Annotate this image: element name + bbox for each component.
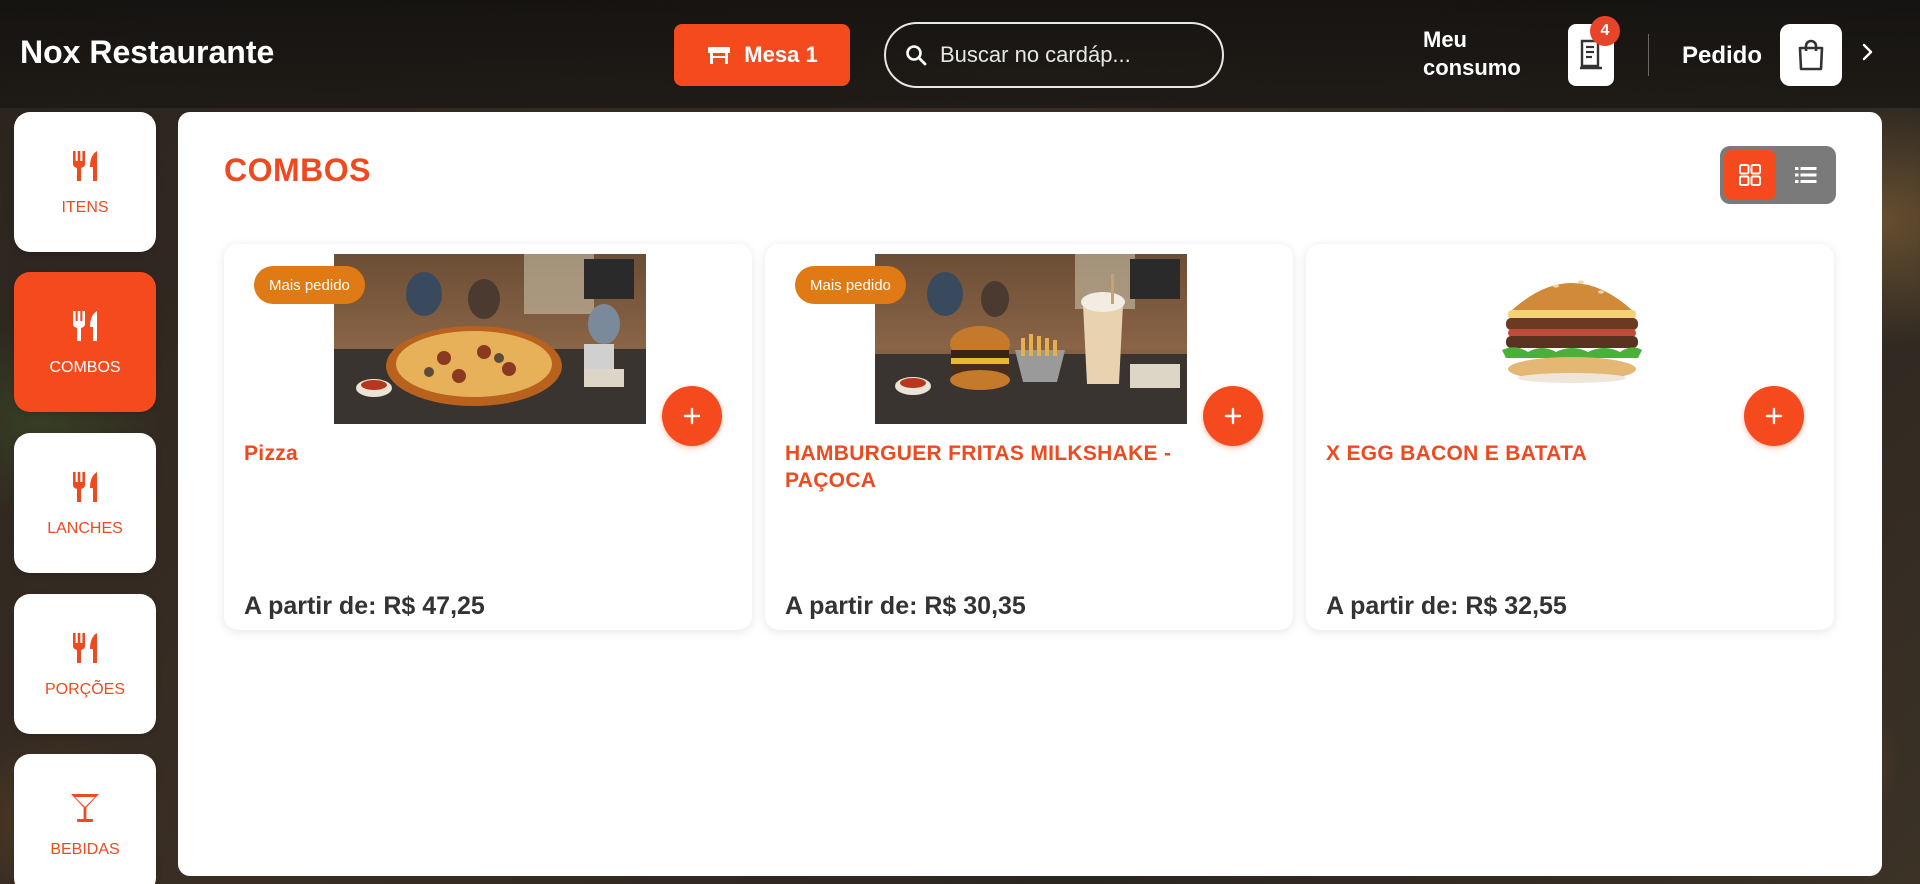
- brand-title: Nox Restaurante: [20, 34, 275, 70]
- product-card[interactable]: Mais pedido Pizza A partir de: R$ 47,25: [224, 244, 752, 630]
- utensils-icon: [73, 151, 97, 181]
- top-bar: Nox Restaurante Mesa 1 Meu consumo 4 Ped…: [0, 0, 1920, 108]
- sidebar-item-itens[interactable]: ITENS: [14, 112, 156, 252]
- sidebar-item-label: PORÇÕES: [44, 681, 125, 698]
- utensils-icon: [73, 472, 97, 502]
- add-to-cart-button[interactable]: [1203, 386, 1263, 446]
- table-icon: [708, 47, 731, 64]
- sidebar-item-bebidas[interactable]: BEBIDAS: [14, 754, 156, 884]
- sidebar-item-porcoes[interactable]: PORÇÕES: [14, 594, 156, 734]
- cocktail-icon: [71, 794, 99, 822]
- product-image-burger: [1416, 254, 1728, 424]
- consumo-label: Meu consumo: [1423, 27, 1521, 80]
- product-name: HAMBURGUER FRITAS MILKSHAKE - PAÇOCA: [785, 442, 1172, 492]
- main-panel: COMBOS Mais pedido Pizza A partir de: R$…: [178, 112, 1882, 876]
- most-ordered-tag: Mais pedido: [795, 266, 906, 304]
- utensils-icon: [73, 633, 97, 663]
- plus-icon: [1765, 407, 1783, 425]
- shopping-bag-icon: [1798, 39, 1824, 71]
- table-button-label: Mesa 1: [744, 42, 818, 67]
- section-title: COMBOS: [224, 152, 371, 188]
- view-toggle: [1720, 146, 1836, 204]
- sidebar-item-label: COMBOS: [49, 359, 121, 376]
- sidebar-item-label: LANCHES: [47, 520, 123, 537]
- plus-icon: [683, 407, 701, 425]
- divider: [1648, 34, 1649, 76]
- product-price: A partir de: R$ 32,55: [1326, 592, 1567, 620]
- consumo-count-badge: 4: [1590, 16, 1620, 46]
- search-input[interactable]: [940, 42, 1200, 68]
- grid-icon: [1739, 164, 1761, 186]
- table-button[interactable]: Mesa 1: [674, 24, 850, 86]
- sidebar-item-lanches[interactable]: LANCHES: [14, 433, 156, 573]
- sidebar-item-label: BEBIDAS: [50, 841, 120, 858]
- search-box[interactable]: [884, 22, 1224, 88]
- pedido-label: Pedido: [1682, 42, 1763, 69]
- sidebar-item-label: ITENS: [61, 199, 109, 216]
- plus-icon: [1224, 407, 1242, 425]
- product-name: Pizza: [244, 442, 299, 465]
- grid-view-button[interactable]: [1724, 150, 1776, 200]
- product-image-pizza: [334, 254, 646, 424]
- most-ordered-tag: Mais pedido: [254, 266, 365, 304]
- chevron-right-icon[interactable]: [1860, 40, 1876, 64]
- pedido-button[interactable]: [1780, 24, 1842, 86]
- search-icon: [906, 45, 927, 66]
- add-to-cart-button[interactable]: [662, 386, 722, 446]
- product-card[interactable]: Mais pedido HAMBURGUER FRITAS MILKSHAKE …: [765, 244, 1293, 630]
- product-card[interactable]: X EGG BACON E BATATA A partir de: R$ 32,…: [1306, 244, 1834, 630]
- list-icon: [1795, 167, 1817, 183]
- list-view-button[interactable]: [1780, 150, 1832, 200]
- utensils-icon: [73, 311, 97, 341]
- sidebar-item-combos[interactable]: COMBOS: [14, 272, 156, 412]
- product-image-burger-combo: [875, 254, 1187, 424]
- product-name: X EGG BACON E BATATA: [1326, 442, 1588, 465]
- product-price: A partir de: R$ 47,25: [244, 592, 485, 620]
- add-to-cart-button[interactable]: [1744, 386, 1804, 446]
- product-price: A partir de: R$ 30,35: [785, 592, 1026, 620]
